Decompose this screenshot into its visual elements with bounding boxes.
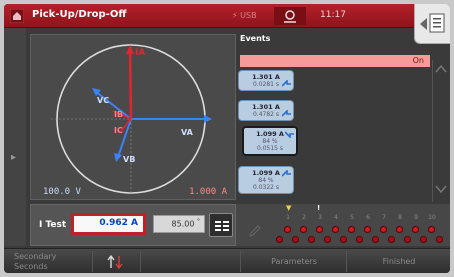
title-bar: Pick-Up/Drop-Off ⚡ USB 11:17 — [4, 4, 450, 28]
binary-led — [372, 236, 379, 243]
screen: Pick-Up/Drop-Off ⚡ USB 11:17 ▸ IA VC IB … — [4, 4, 450, 273]
label-vb: VB — [123, 155, 135, 164]
binary-led — [404, 236, 411, 243]
label-ic: IC — [114, 126, 123, 135]
event-card[interactable]: 1.099 A 84 % 0.0322 s — [238, 166, 294, 194]
event-time: 0.0515 s — [256, 145, 284, 152]
chevron-up-icon[interactable] — [435, 64, 447, 74]
voltage-scale: 100.0 V — [43, 187, 81, 197]
connection-icon — [274, 7, 306, 25]
pencil-icon[interactable] — [248, 224, 262, 238]
itest-label: I Test — [39, 220, 67, 230]
binary-led — [388, 236, 395, 243]
binary-led — [284, 226, 291, 233]
finished-button[interactable]: Finished — [350, 249, 448, 273]
binary-led — [356, 236, 363, 243]
binary-indicators: ▼ ! 1 2 3 4 5 6 7 8 9 10 — [236, 204, 450, 246]
home-icon[interactable] — [10, 9, 24, 23]
binary-led — [428, 226, 435, 233]
event-card[interactable]: 1.301 A 0.4782 s — [238, 100, 294, 121]
vector-diagram: IA VC IB IC VA VB — [51, 43, 212, 195]
binary-led — [340, 236, 347, 243]
parameters-button[interactable]: Parameters — [244, 249, 344, 273]
binary-led — [276, 236, 283, 243]
events-header: Events — [240, 34, 271, 43]
phase-value: 85.00 — [171, 219, 195, 229]
binary-number: 9 — [414, 214, 418, 221]
device-frame: Pick-Up/Drop-Off ⚡ USB 11:17 ▸ IA VC IB … — [0, 0, 454, 277]
label-ib: IB — [114, 110, 123, 119]
phase-unit: ° — [197, 218, 200, 225]
binary-number: 10 — [428, 214, 436, 221]
clock: 11:17 — [320, 10, 346, 20]
arrow-up-icon — [282, 80, 291, 87]
binary-led — [412, 226, 419, 233]
phase-input[interactable]: 85.00 ° — [153, 215, 205, 233]
binary-led — [308, 236, 315, 243]
event-card[interactable]: 1.301 A 0.0281 s — [238, 70, 294, 91]
divider — [240, 251, 241, 272]
event-percent: 84 % — [258, 177, 274, 184]
binary-led — [396, 226, 403, 233]
menu-button[interactable] — [414, 4, 450, 44]
current-scale: 1.000 A — [189, 187, 227, 197]
event-time: 0.0322 s — [252, 184, 280, 191]
binary-number: 6 — [366, 214, 370, 221]
itest-input[interactable]: 0.962 A — [71, 213, 146, 235]
binary-number: 3 — [318, 214, 322, 221]
arrow-up-icon — [282, 170, 291, 177]
divider — [346, 251, 347, 272]
events-list: 1.301 A 0.0281 s 1.301 A 0.4782 s 1.099 … — [236, 68, 432, 202]
itest-row: I Test 0.962 A 85.00 ° — [30, 204, 236, 246]
event-card-selected[interactable]: 1.099 A 84 % 0.0515 s — [242, 126, 298, 156]
usb-label: USB — [240, 11, 257, 20]
binary-led — [380, 226, 387, 233]
detail-view-button[interactable] — [209, 213, 233, 237]
binary-number: 7 — [382, 214, 386, 221]
binary-led — [324, 236, 331, 243]
label-vc: VC — [97, 96, 109, 105]
bottom-toolbar: Secondary Seconds Parameters Finished — [4, 248, 450, 273]
label-va: VA — [181, 128, 194, 137]
binary-number: 5 — [350, 214, 354, 221]
binary-number: 4 — [334, 214, 338, 221]
vector-ia — [128, 49, 133, 120]
page-title: Pick-Up/Drop-Off — [32, 9, 127, 20]
binary-led — [364, 226, 371, 233]
usb-status: ⚡ USB — [232, 11, 257, 20]
event-percent: 84 % — [262, 138, 278, 145]
chevron-down-icon[interactable] — [435, 184, 447, 194]
arrow-down-icon — [285, 131, 294, 138]
binary-number: 1 — [286, 214, 290, 221]
vector-vb — [117, 118, 132, 158]
chevron-right-icon: ▸ — [11, 152, 17, 163]
table-icon — [215, 221, 229, 231]
arrow-up-icon — [282, 110, 291, 117]
binary-led — [316, 226, 323, 233]
binary-led — [420, 236, 427, 243]
binary-led — [292, 236, 299, 243]
left-expand-strip[interactable]: ▸ — [4, 28, 26, 246]
label-ia: IA — [135, 48, 145, 58]
binary-led — [348, 226, 355, 233]
binary-led — [332, 226, 339, 233]
divider — [140, 251, 141, 272]
vector-diagram-panel: IA VC IB IC VA VB 100.0 V 1.000 A — [30, 34, 236, 200]
up-down-arrows-icon[interactable] — [104, 254, 128, 270]
binary-number: 8 — [398, 214, 402, 221]
menu-icon — [420, 13, 445, 33]
on-status-bar: On — [240, 55, 430, 67]
binary-number: 2 — [302, 214, 306, 221]
binary-led — [436, 236, 443, 243]
events-scrollbar[interactable] — [432, 60, 450, 202]
exclamation-icon: ! — [317, 204, 321, 212]
secondary-seconds-button[interactable]: Secondary Seconds — [14, 249, 82, 273]
divider — [92, 251, 93, 272]
trigger-marker-icon: ▼ — [286, 204, 292, 212]
binary-led — [300, 226, 307, 233]
